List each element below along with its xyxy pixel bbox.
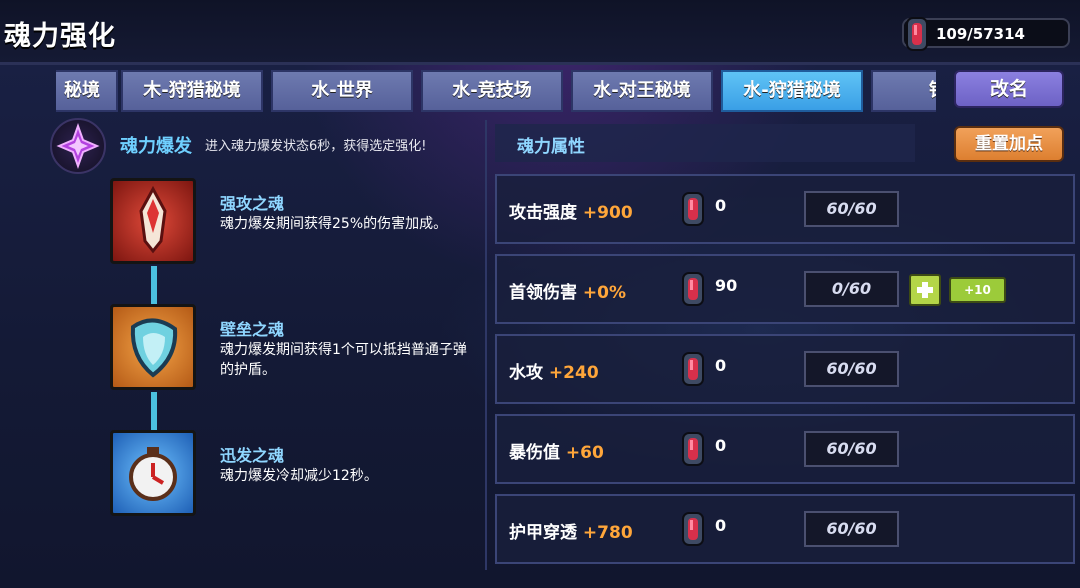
reset-points-button[interactable]: 重置加点 — [954, 126, 1064, 162]
soul-gem-icon — [680, 511, 706, 547]
skill-description: 魂力爆发期间获得25%的伤害加成。 — [220, 216, 448, 232]
skill-name: 迅发之魂 — [220, 446, 285, 465]
attributes-title: 魂力属性 — [517, 137, 585, 157]
add-point-button[interactable] — [909, 274, 941, 306]
attribute-label: 攻击强度 +900 — [509, 198, 633, 223]
soul-burst-icon — [50, 118, 106, 174]
attribute-progress: 60/60 — [804, 191, 899, 227]
attribute-label: 水攻 +240 — [509, 358, 599, 383]
attribute-cost: 0 — [715, 516, 727, 535]
attribute-name: 首领伤害 — [509, 283, 577, 303]
clock-soul-icon — [110, 430, 196, 516]
attribute-row-attack: 攻击强度 +900 0 60/60 — [495, 174, 1075, 244]
skill-connector — [151, 266, 157, 306]
soul-gem-icon — [680, 191, 706, 227]
skill-name: 壁垒之魂 — [220, 320, 285, 339]
attribute-progress: 0/60 — [804, 271, 899, 307]
attribute-cost: 0 — [715, 356, 727, 375]
skill-swift-soul[interactable]: 迅发之魂 魂力爆发冷却减少12秒。 — [110, 430, 490, 526]
currency-amount: 109/57314 — [936, 25, 1025, 43]
tab-secret-realm[interactable]: 秘境 — [56, 70, 118, 112]
attribute-cost: 0 — [715, 436, 727, 455]
skill-description: 魂力爆发冷却减少12秒。 — [220, 468, 378, 484]
top-bar: 魂力强化 109/57314 — [0, 0, 1080, 65]
attributes-header: 魂力属性 — [495, 124, 915, 162]
soul-burst-title: 魂力爆发 — [120, 136, 192, 157]
attribute-bonus: +780 — [582, 523, 633, 543]
attribute-name: 水攻 — [509, 363, 543, 383]
attribute-name: 护甲穿透 — [509, 523, 577, 543]
tab-water-world[interactable]: 水-世界 — [271, 70, 413, 112]
attribute-progress: 60/60 — [804, 431, 899, 467]
attribute-cost: 90 — [715, 276, 738, 295]
tab-bar: 秘境 木-狩猎秘境 水-世界 水-竞技场 水-对王秘境 水-狩猎秘境 铁 — [56, 70, 936, 112]
attribute-progress: 60/60 — [804, 511, 899, 547]
shield-soul-icon — [110, 304, 196, 390]
soul-gem-icon — [902, 14, 932, 54]
attribute-label: 暴伤值 +60 — [509, 438, 604, 463]
attack-soul-icon — [110, 178, 196, 264]
soul-burst-header: 魂力爆发 进入魂力爆发状态6秒，获得选定强化! — [50, 118, 480, 174]
soul-gem-icon — [680, 351, 706, 387]
attribute-label: 护甲穿透 +780 — [509, 518, 633, 543]
attribute-row-armor-pierce: 护甲穿透 +780 0 60/60 — [495, 494, 1075, 564]
attribute-label: 首领伤害 +0% — [509, 278, 626, 303]
soul-burst-description: 进入魂力爆发状态6秒，获得选定强化! — [205, 139, 427, 154]
tab-water-arena[interactable]: 水-竞技场 — [421, 70, 563, 112]
tab-water-boss[interactable]: 水-对王秘境 — [571, 70, 713, 112]
skill-shield-soul[interactable]: 壁垒之魂 魂力爆发期间获得1个可以抵挡普通子弹的护盾。 — [110, 304, 490, 400]
rename-button[interactable]: 改名 — [954, 70, 1064, 108]
attribute-row-water-attack: 水攻 +240 0 60/60 — [495, 334, 1075, 404]
attribute-name: 暴伤值 — [509, 443, 560, 463]
skill-attack-soul[interactable]: 强攻之魂 魂力爆发期间获得25%的伤害加成。 — [110, 178, 490, 274]
soul-gem-icon — [680, 431, 706, 467]
page-title: 魂力强化 — [4, 21, 116, 52]
attribute-bonus: +900 — [582, 203, 633, 223]
soul-gem-icon — [680, 271, 706, 307]
attribute-row-crit-damage: 暴伤值 +60 0 60/60 — [495, 414, 1075, 484]
skill-connector — [151, 392, 157, 432]
add-ten-points-button[interactable]: +10 — [949, 277, 1006, 303]
attribute-progress: 60/60 — [804, 351, 899, 387]
soul-currency-display: 109/57314 — [902, 17, 1070, 51]
attribute-row-boss-damage: 首领伤害 +0% 90 0/60 +10 — [495, 254, 1075, 324]
tab-wood-hunting[interactable]: 木-狩猎秘境 — [121, 70, 263, 112]
attribute-bonus: +60 — [565, 443, 604, 463]
skill-description: 魂力爆发期间获得1个可以抵挡普通子弹的护盾。 — [220, 342, 467, 378]
tab-iron[interactable]: 铁 — [871, 70, 936, 112]
attribute-name: 攻击强度 — [509, 203, 577, 223]
attribute-bonus: +240 — [548, 363, 599, 383]
tab-water-hunting[interactable]: 水-狩猎秘境 — [721, 70, 863, 112]
attribute-cost: 0 — [715, 196, 727, 215]
skill-name: 强攻之魂 — [220, 194, 285, 213]
attribute-bonus: +0% — [582, 283, 627, 303]
